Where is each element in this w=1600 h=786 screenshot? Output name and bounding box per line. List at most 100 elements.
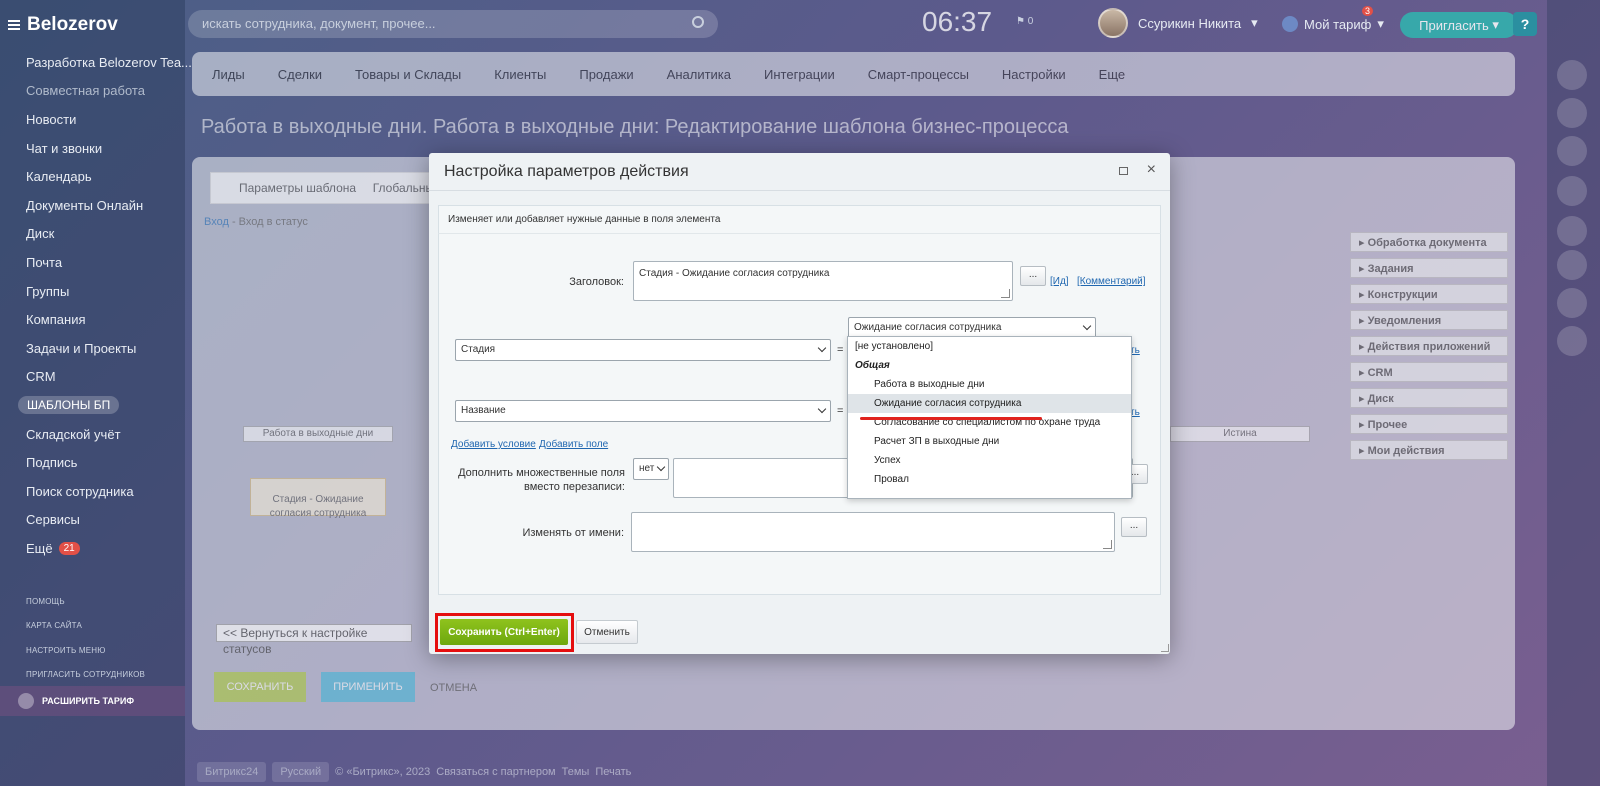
comment-link[interactable]: [Комментарий] [1077, 276, 1146, 287]
author-textarea[interactable] [631, 512, 1115, 552]
page-cancel-link[interactable]: ОТМЕНА [430, 682, 477, 694]
sidebar-item[interactable]: Складской учёт [26, 420, 181, 449]
action-group[interactable]: ▸ Диск [1350, 388, 1508, 408]
footer-brand[interactable]: Битрикс24 [197, 762, 267, 782]
field-select-stage[interactable]: Стадия [455, 339, 831, 361]
tab-template-params[interactable]: Параметры шаблона [239, 181, 356, 195]
dropdown-option[interactable]: Успех [848, 451, 1131, 470]
configure-menu-link[interactable]: НАСТРОИТЬ МЕНЮ [26, 646, 106, 655]
nav-item[interactable]: Сделки [278, 67, 322, 82]
tab-globals[interactable]: Глобальны [373, 181, 434, 195]
dropdown-option-selected[interactable]: Ожидание согласия сотрудника [848, 394, 1131, 413]
dropdown-option[interactable]: Согласование со специалистом по охране т… [848, 413, 1131, 432]
sidebar-item[interactable]: Новости [26, 105, 181, 134]
back-to-statuses-button[interactable]: << Вернуться к настройке статусов [216, 624, 412, 656]
sidebar-item[interactable]: Компания [26, 305, 181, 334]
action-group[interactable]: ▸ Уведомления [1350, 310, 1508, 330]
nav-item[interactable]: Смарт-процессы [868, 67, 969, 82]
sidebar-item[interactable]: Диск [26, 220, 181, 249]
sidebar-item[interactable]: Совместная работа [26, 77, 181, 106]
burger-menu-icon[interactable] [8, 20, 20, 30]
sidebar-item[interactable]: CRM [26, 363, 181, 392]
upgrade-tariff-button[interactable]: РАСШИРИТЬ ТАРИФ [0, 686, 185, 716]
footer-themes-link[interactable]: Темы [562, 766, 590, 778]
multi-fields-select[interactable]: нет [633, 458, 669, 480]
sidebar-item[interactable]: Документы Онлайн [26, 191, 181, 220]
help-link[interactable]: ПОМОЩЬ [26, 597, 65, 606]
dropdown-option[interactable]: Расчет ЗП в выходные дни [848, 432, 1131, 451]
nav-item[interactable]: Настройки [1002, 67, 1066, 82]
invite-button[interactable]: Пригласить ▾ [1400, 12, 1518, 38]
avatar[interactable] [1557, 250, 1587, 280]
sidebar-item[interactable]: Чат и звонки [26, 134, 181, 163]
workflow-activity[interactable]: Стадия - Ожидание согласия сотрудника [250, 478, 386, 519]
sidebar-item-active[interactable]: ШАБЛОНЫ БП [18, 391, 181, 420]
dialog-save-button[interactable]: Сохранить (Ctrl+Enter) [440, 619, 568, 645]
avatar[interactable] [1557, 326, 1587, 356]
sidebar-item[interactable]: Поиск сотрудника [26, 477, 181, 506]
notifications-icon[interactable] [1557, 60, 1587, 90]
title-dots-button[interactable]: ... [1020, 266, 1046, 286]
sidebar-item-more[interactable]: Ещё 21 [26, 534, 181, 563]
add-condition-link[interactable]: Добавить условие [451, 439, 536, 450]
search-input[interactable]: искать сотрудника, документ, прочее... [188, 10, 718, 38]
nav-item[interactable]: Интеграции [764, 67, 835, 82]
tariff-menu[interactable]: Мой тариф ▾ 3 [1282, 6, 1384, 32]
sidebar-item[interactable]: Календарь [26, 162, 181, 191]
app-logo[interactable]: Belozerov [8, 14, 118, 36]
flag-counter[interactable]: ⚑ 0 [1016, 16, 1033, 27]
avatar[interactable] [1557, 216, 1587, 246]
maximize-icon[interactable] [1119, 167, 1128, 175]
footer-partners-link[interactable]: Связаться с партнером [436, 766, 555, 778]
action-group[interactable]: ▸ Действия приложений [1350, 336, 1508, 356]
action-group[interactable]: ▸ Задания [1350, 258, 1508, 278]
chevron-down-icon [656, 462, 666, 472]
nav-item[interactable]: Аналитика [667, 67, 731, 82]
add-field-link[interactable]: Добавить поле [539, 439, 608, 450]
page-apply-button[interactable]: ПРИМЕНИТЬ [321, 672, 415, 702]
dropdown-option[interactable]: [не установлено] [848, 337, 1131, 356]
nav-item[interactable]: Продажи [579, 67, 633, 82]
sidebar-item[interactable]: Подпись [26, 448, 181, 477]
author-dots-button[interactable]: ... [1121, 517, 1147, 537]
workflow-branch-label[interactable]: Работа в выходные дни [243, 426, 393, 442]
field-select-name[interactable]: Название [455, 400, 831, 422]
sidebar-item[interactable]: Группы [26, 277, 181, 306]
help-button[interactable]: ? [1513, 12, 1537, 36]
dropdown-option[interactable]: Провал [848, 470, 1131, 489]
close-icon[interactable]: × [1147, 161, 1156, 179]
page-save-button[interactable]: СОХРАНИТЬ [214, 672, 306, 702]
action-group[interactable]: ▸ Мои действия [1350, 440, 1508, 460]
clock[interactable]: 06:37 [922, 6, 992, 38]
sidebar-item[interactable]: Сервисы [26, 506, 181, 535]
title-textarea[interactable]: Стадия - Ожидание согласия сотрудника [633, 261, 1013, 301]
dialog-cancel-button[interactable]: Отменить [576, 620, 638, 644]
language-select[interactable]: Русский [272, 762, 330, 782]
invite-employees-link[interactable]: ПРИГЛАСИТЬ СОТРУДНИКОВ [26, 670, 145, 679]
sitemap-link[interactable]: КАРТА САЙТА [26, 621, 82, 630]
messenger-icon[interactable] [1557, 98, 1587, 128]
nav-item[interactable]: Еще [1099, 67, 1125, 82]
sidebar-item[interactable]: Разработка Belozerov Tea... [26, 48, 192, 77]
chevron-down-icon [1082, 321, 1092, 331]
breadcrumb-link[interactable]: Вход [204, 216, 229, 228]
footer-print-link[interactable]: Печать [595, 766, 631, 778]
nav-item[interactable]: Клиенты [494, 67, 546, 82]
id-link[interactable]: [Ид] [1050, 276, 1069, 287]
action-group[interactable]: ▸ Прочее [1350, 414, 1508, 434]
resize-handle[interactable] [1161, 644, 1169, 652]
sidebar-item[interactable]: Почта [26, 248, 181, 277]
dropdown-option[interactable]: Работа в выходные дни [848, 375, 1131, 394]
action-group[interactable]: ▸ CRM [1350, 362, 1508, 382]
sidebar-item[interactable]: Задачи и Проекты [26, 334, 181, 363]
action-group[interactable]: ▸ Обработка документа [1350, 232, 1508, 252]
search-icon[interactable] [1557, 136, 1587, 166]
workflow-branch-label[interactable]: Истина [1170, 426, 1310, 442]
action-group[interactable]: ▸ Конструкции [1350, 284, 1508, 304]
contacts-icon[interactable] [1557, 176, 1587, 206]
nav-item[interactable]: Товары и Склады [355, 67, 461, 82]
user-menu[interactable]: Ссурикин Никита ▾ [1098, 8, 1258, 38]
chevron-down-icon [817, 404, 827, 414]
nav-item[interactable]: Лиды [212, 67, 245, 82]
chat-icon[interactable] [1557, 288, 1587, 318]
